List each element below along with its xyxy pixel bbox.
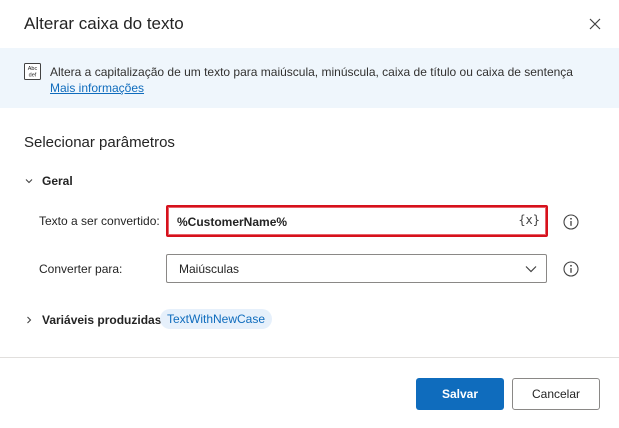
dialog-title: Alterar caixa do texto <box>24 14 184 33</box>
svg-text:Abc: Abc <box>28 66 38 72</box>
change-text-case-dialog: Alterar caixa do texto Abc def Altera a … <box>0 0 619 428</box>
close-icon[interactable] <box>589 18 601 30</box>
convert-to-select[interactable]: Maiúsculas <box>166 254 547 283</box>
produced-variables-toggle[interactable]: Variáveis produzidas <box>24 311 161 329</box>
convert-to-value: Maiúsculas <box>179 262 240 276</box>
chevron-down-icon <box>25 179 33 184</box>
more-info-link[interactable]: Mais informações <box>50 81 144 95</box>
insert-variable-button[interactable]: {x} <box>518 213 540 227</box>
text-to-convert-value[interactable]: %CustomerName% <box>177 215 287 229</box>
info-banner: Abc def Altera a capitalização de um tex… <box>0 48 619 108</box>
general-group-toggle[interactable]: Geral <box>24 172 73 190</box>
group-label: Geral <box>42 174 73 188</box>
action-description: Altera a capitalização de um texto para … <box>50 65 573 79</box>
produced-variable-chip[interactable]: TextWithNewCase <box>160 309 273 329</box>
close-button[interactable] <box>584 13 606 35</box>
save-button[interactable]: Salvar <box>416 378 504 410</box>
chevron-right-icon <box>27 316 32 324</box>
cancel-button[interactable]: Cancelar <box>512 378 600 410</box>
chevron-down-icon <box>525 266 537 273</box>
info-icon[interactable] <box>563 214 579 230</box>
svg-text:def: def <box>29 73 37 79</box>
section-title: Selecionar parâmetros <box>24 134 175 151</box>
info-icon[interactable] <box>563 261 579 277</box>
text-to-convert-input[interactable]: %CustomerName% {x} <box>166 205 548 237</box>
text-to-convert-label: Texto a ser convertido: <box>39 214 160 228</box>
text-case-icon: Abc def <box>24 63 41 80</box>
convert-to-label: Converter para: <box>39 262 123 276</box>
produced-variables-label: Variáveis produzidas <box>42 313 162 327</box>
footer-divider <box>0 357 619 358</box>
